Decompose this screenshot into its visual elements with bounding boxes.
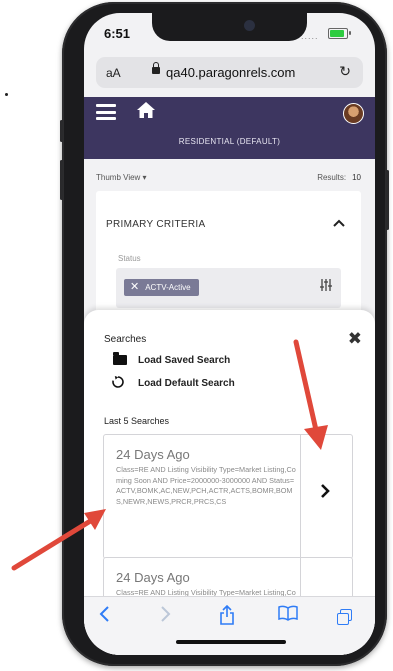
- load-default-search-button[interactable]: Load Default Search: [138, 378, 235, 389]
- avatar[interactable]: [343, 103, 364, 124]
- sliders-icon[interactable]: [319, 278, 333, 295]
- chevron-right-icon[interactable]: [320, 483, 330, 504]
- back-icon[interactable]: [98, 605, 110, 628]
- close-icon[interactable]: ✖: [348, 329, 362, 349]
- status-chip[interactable]: ✕ ACTV-Active: [124, 279, 199, 296]
- bookmarks-icon[interactable]: [278, 605, 298, 626]
- page-title: RESIDENTIAL (DEFAULT): [178, 137, 281, 146]
- load-saved-search-button[interactable]: Load Saved Search: [138, 355, 230, 366]
- refresh-icon: [111, 375, 125, 392]
- battery-icon: [328, 28, 348, 39]
- chip-label: ACTV-Active: [145, 283, 191, 292]
- view-mode-dropdown[interactable]: Thumb View ▾: [96, 173, 147, 182]
- folder-icon: [113, 352, 127, 365]
- results-value: 10: [352, 173, 361, 182]
- recent-search-card[interactable]: 24 Days Ago Class=RE AND Listing Visibil…: [103, 434, 353, 559]
- address-bar[interactable]: aA qa40.paragonrels.com ↻: [96, 57, 363, 88]
- menu-icon[interactable]: [96, 104, 116, 120]
- battery-tip: [349, 31, 351, 35]
- url-text[interactable]: qa40.paragonrels.com: [166, 65, 295, 80]
- power-button: [386, 170, 389, 230]
- notch: [152, 13, 307, 41]
- mute-switch: [60, 120, 63, 142]
- share-icon[interactable]: [219, 604, 235, 630]
- status-field[interactable]: ✕ ACTV-Active: [116, 268, 341, 308]
- signal-dots: .....: [301, 31, 319, 41]
- phone-screen: 6:51 ..... aA qa40.paragonrels.com ↻ RES…: [84, 13, 375, 655]
- tabs-icon[interactable]: [337, 609, 352, 625]
- reload-icon[interactable]: ↻: [339, 63, 351, 80]
- home-icon[interactable]: [136, 101, 156, 123]
- chip-remove-icon[interactable]: ✕: [130, 281, 139, 293]
- chevron-up-icon[interactable]: [333, 215, 345, 230]
- recent-search-date: 24 Days Ago: [116, 447, 190, 462]
- last-5-searches-title: Last 5 Searches: [104, 416, 170, 426]
- app-header: RESIDENTIAL (DEFAULT): [84, 97, 375, 159]
- recent-search-date: 24 Days Ago: [116, 570, 190, 585]
- status-label: Status: [118, 254, 141, 263]
- stray-mark: [5, 93, 8, 96]
- results-label: Results:: [317, 173, 347, 182]
- status-time: 6:51: [104, 26, 131, 41]
- home-indicator: [176, 640, 286, 644]
- safari-toolbar: [84, 596, 375, 655]
- recent-search-criteria: Class=RE AND Listing Visibility Type=Mar…: [116, 465, 296, 506]
- forward-icon[interactable]: [160, 605, 172, 628]
- lock-icon: [152, 62, 160, 74]
- results-count: Results: 10: [317, 173, 361, 182]
- text-size-button[interactable]: aA: [106, 66, 121, 80]
- searches-title: Searches: [104, 334, 147, 345]
- volume-up-button: [60, 160, 63, 200]
- primary-criteria-title: PRIMARY CRITERIA: [106, 219, 206, 230]
- camera-icon: [244, 20, 255, 31]
- recent-search-body[interactable]: 24 Days Ago Class=RE AND Listing Visibil…: [104, 435, 301, 558]
